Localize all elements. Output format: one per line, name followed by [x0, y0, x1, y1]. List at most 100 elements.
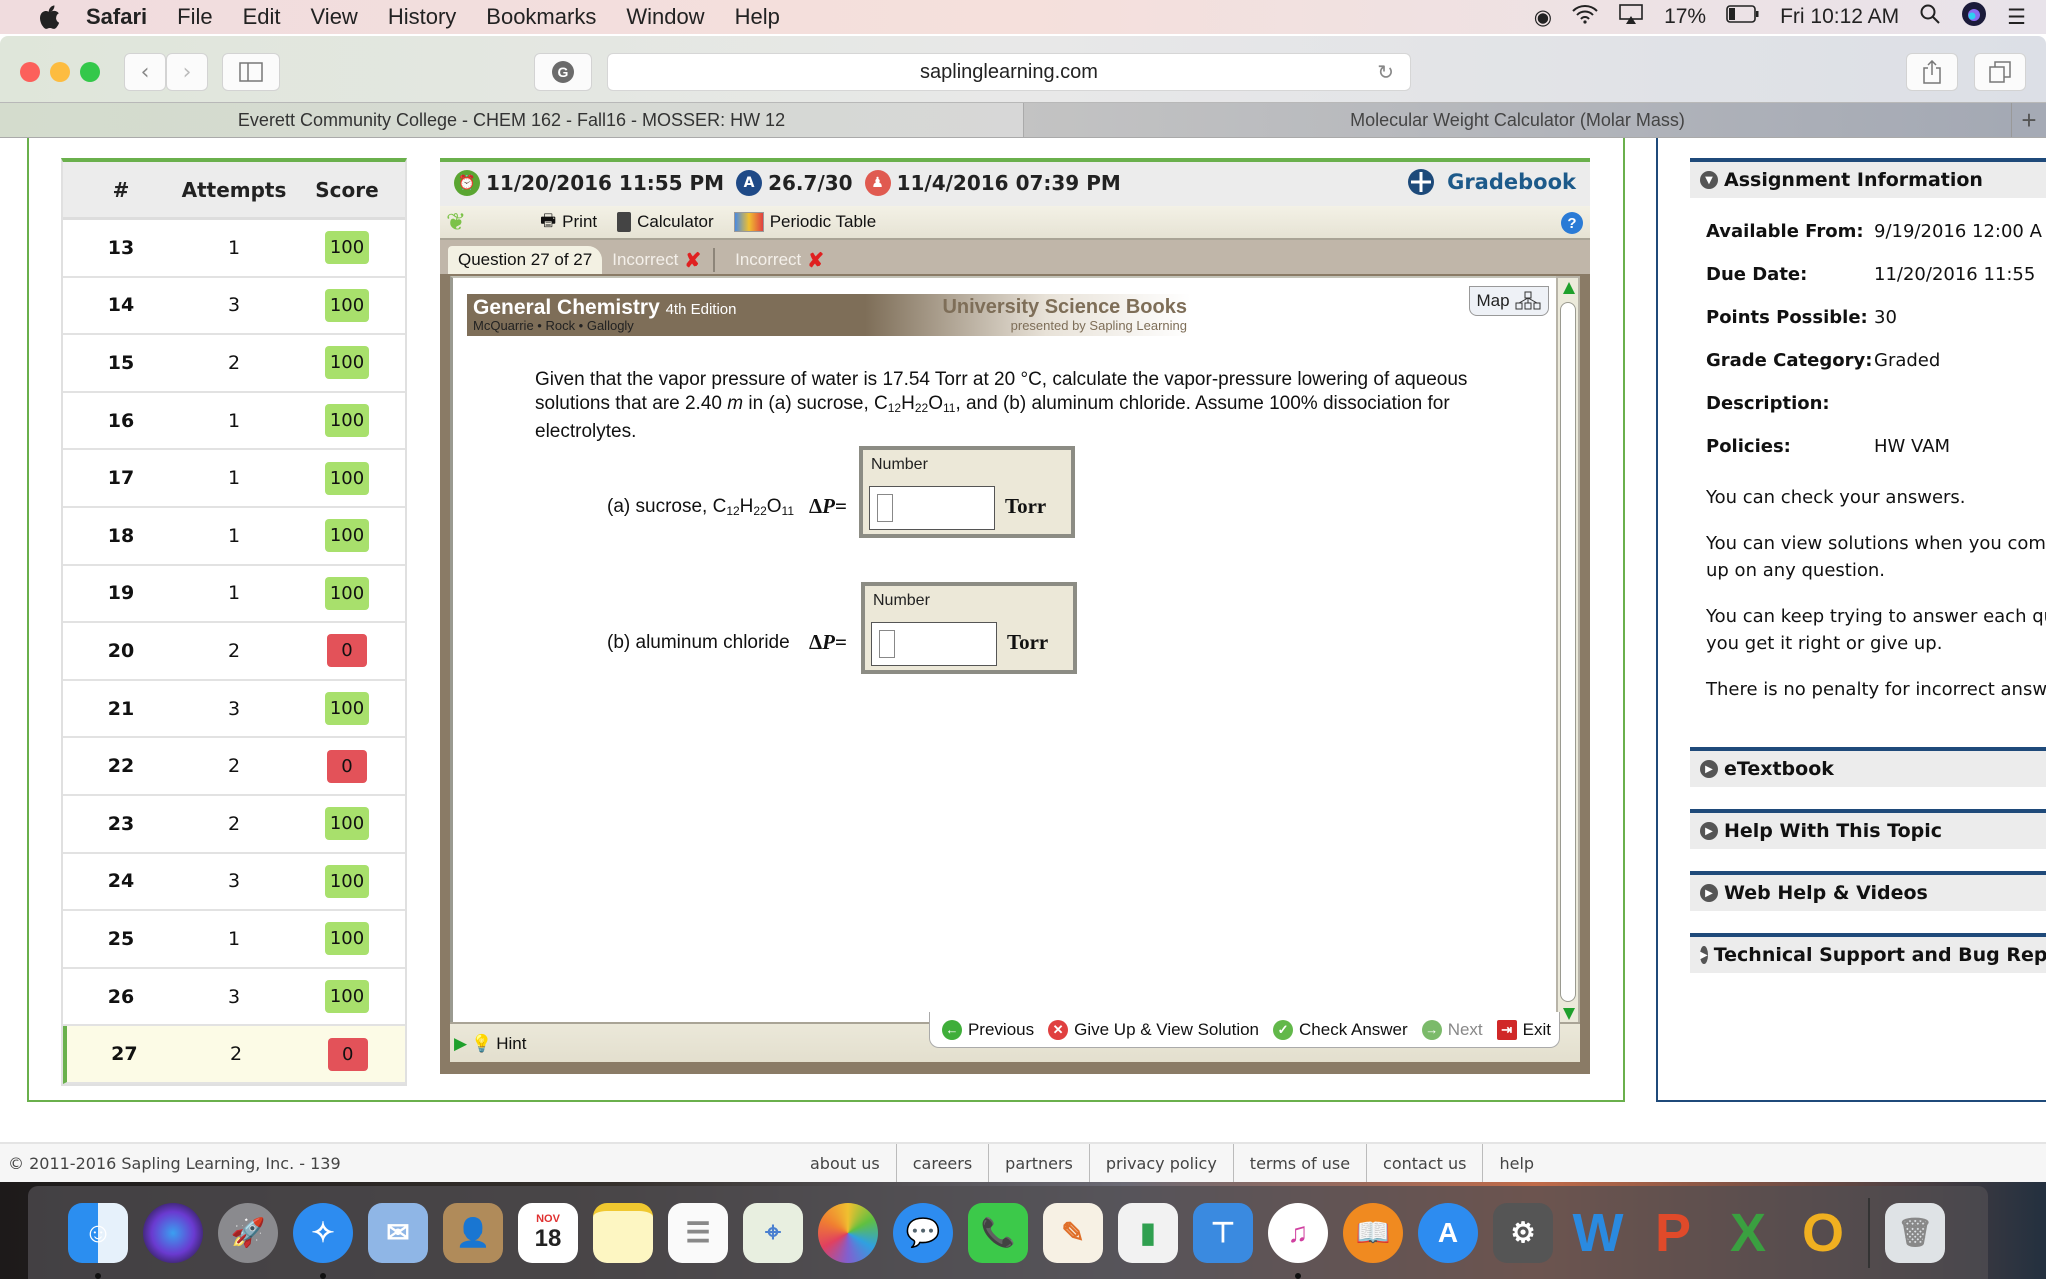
system-preferences-icon[interactable]: ⚙ — [1493, 1202, 1553, 1263]
score-table-row[interactable]: 16 1 100 — [63, 392, 405, 451]
menu-window[interactable]: Window — [626, 4, 704, 30]
score-table-row[interactable]: 24 3 100 — [63, 853, 405, 912]
reload-icon[interactable]: ↻ — [1377, 60, 1394, 85]
microsoft-excel-icon[interactable]: X — [1718, 1203, 1778, 1263]
new-tab-button[interactable]: + — [2012, 103, 2046, 137]
clock[interactable]: Fri 10:12 AM — [1780, 5, 1899, 29]
keynote-icon[interactable]: ⊤ — [1193, 1202, 1253, 1263]
status-menu-icon[interactable]: ◉ — [1534, 5, 1552, 30]
periodic-table-button[interactable]: Periodic Table — [733, 212, 876, 232]
give-up-button[interactable]: ✕ Give Up & View Solution — [1048, 1019, 1259, 1040]
applet-scrollbar[interactable] — [1556, 276, 1580, 1026]
scroll-thumb[interactable] — [1560, 302, 1576, 1002]
footer-link-privacy-policy[interactable]: privacy policy — [1090, 1144, 1234, 1184]
score-table-row[interactable]: 26 3 100 — [63, 968, 405, 1027]
hint-button[interactable]: ▶ 💡 Hint — [454, 1034, 526, 1054]
itunes-icon[interactable]: ♫ — [1268, 1202, 1328, 1279]
safari-icon[interactable]: ✧ — [293, 1202, 353, 1279]
menu-bookmarks[interactable]: Bookmarks — [486, 4, 596, 30]
footer-link-terms-of-use[interactable]: terms of use — [1234, 1144, 1368, 1184]
footer-link-about-us[interactable]: about us — [794, 1144, 897, 1184]
score-table-row[interactable]: 21 3 100 — [63, 680, 405, 739]
photos-icon[interactable] — [818, 1202, 878, 1263]
pages-icon[interactable]: ✎ — [1043, 1202, 1103, 1263]
contacts-icon[interactable]: 👤 — [443, 1202, 503, 1263]
launchpad-icon[interactable]: 🚀 — [218, 1202, 278, 1263]
browser-tab-molar-mass[interactable]: Molecular Weight Calculator (Molar Mass) — [1024, 103, 2012, 137]
app-store-icon[interactable]: A — [1418, 1202, 1478, 1263]
ibooks-icon[interactable]: 📖 — [1343, 1202, 1403, 1263]
score-table-row[interactable]: 15 2 100 — [63, 335, 405, 393]
score-table-row[interactable]: 22 2 0 — [63, 738, 405, 796]
numbers-icon[interactable]: ▮ — [1118, 1202, 1178, 1263]
menu-safari[interactable]: Safari — [86, 4, 147, 30]
notification-center-icon[interactable]: ☰ — [2007, 5, 2026, 30]
sidebar-section-etextbook[interactable]: ▶ eTextbook — [1690, 747, 2046, 787]
menu-file[interactable]: File — [177, 4, 212, 30]
airplay-icon[interactable] — [1618, 3, 1644, 31]
part-a-input[interactable] — [869, 486, 995, 530]
score-table-row[interactable]: 27 2 0 — [63, 1026, 405, 1084]
tab-question[interactable]: Question 27 of 27 — [448, 246, 603, 274]
messages-icon[interactable]: 💬 — [893, 1202, 953, 1263]
trash-icon[interactable]: 🗑 — [1885, 1202, 1945, 1263]
exit-button[interactable]: ⇥ Exit — [1496, 1019, 1551, 1040]
back-button[interactable]: ‹ — [124, 53, 166, 91]
tab-attempt-1[interactable]: Incorrect ✘ — [602, 246, 725, 274]
grammarly-extension-button[interactable]: G — [534, 53, 592, 91]
forward-button[interactable]: › — [166, 53, 208, 91]
facetime-icon[interactable]: 📞 — [968, 1202, 1028, 1263]
siri-icon[interactable] — [143, 1202, 203, 1263]
sidebar-section-help-with-this-topic[interactable]: ▶ Help With This Topic — [1690, 809, 2046, 849]
sidebar-toggle-button[interactable] — [222, 53, 280, 91]
show-tabs-button[interactable] — [1974, 53, 2026, 91]
score-table-row[interactable]: 14 3 100 — [63, 277, 405, 336]
spotlight-search-icon[interactable] — [1919, 3, 1941, 31]
part-b-input[interactable] — [871, 622, 997, 666]
scroll-down-arrow[interactable] — [1563, 1008, 1575, 1020]
sidebar-section-web-help-videos[interactable]: ▶ Web Help & Videos — [1690, 871, 2046, 911]
score-table-row[interactable]: 23 2 100 — [63, 795, 405, 854]
browser-tab-sapling[interactable]: Everett Community College - CHEM 162 - F… — [0, 103, 1024, 137]
apple-menu-icon[interactable] — [34, 4, 64, 30]
check-answer-button[interactable]: ✓ Check Answer — [1273, 1019, 1408, 1040]
menu-help[interactable]: Help — [735, 4, 780, 30]
menu-history[interactable]: History — [388, 4, 456, 30]
share-button[interactable] — [1906, 53, 1958, 91]
previous-button[interactable]: ← Previous — [941, 1019, 1034, 1040]
footer-link-careers[interactable]: careers — [897, 1144, 990, 1184]
finder-icon[interactable]: ☺ — [68, 1202, 128, 1279]
siri-icon[interactable] — [1961, 1, 1987, 33]
gradebook-link[interactable]: Gradebook — [1407, 168, 1576, 196]
footer-link-partners[interactable]: partners — [989, 1144, 1090, 1184]
battery-icon[interactable] — [1726, 5, 1760, 29]
close-window-button[interactable] — [20, 62, 40, 82]
assignment-info-header[interactable]: ▼ Assignment Information — [1690, 158, 2046, 198]
notes-icon[interactable] — [593, 1202, 653, 1263]
microsoft-outlook-icon[interactable]: O — [1793, 1203, 1853, 1263]
score-table-row[interactable]: 19 1 100 — [63, 565, 405, 624]
wifi-icon[interactable] — [1572, 4, 1598, 30]
minimize-window-button[interactable] — [50, 62, 70, 82]
score-table-row[interactable]: 17 1 100 — [63, 450, 405, 508]
maps-icon[interactable]: ⌖ — [743, 1202, 803, 1263]
calendar-icon[interactable]: NOV 18 — [518, 1202, 578, 1263]
menu-view[interactable]: View — [311, 4, 358, 30]
print-button[interactable]: 🖶 Print — [540, 208, 597, 237]
reminders-icon[interactable]: ☰ — [668, 1202, 728, 1263]
score-table-row[interactable]: 18 1 100 — [63, 507, 405, 566]
next-button[interactable]: → Next — [1421, 1019, 1483, 1040]
map-button[interactable]: Map — [1469, 286, 1549, 316]
tab-attempt-2[interactable]: Incorrect ✘ — [725, 246, 834, 274]
score-table-row[interactable]: 13 1 100 — [63, 220, 405, 278]
address-bar[interactable]: saplinglearning.com ↻ — [607, 53, 1411, 91]
mail-icon[interactable]: ✉ — [368, 1202, 428, 1263]
footer-link-help[interactable]: help — [1483, 1144, 1550, 1184]
microsoft-powerpoint-icon[interactable]: P — [1643, 1203, 1703, 1263]
footer-link-contact-us[interactable]: contact us — [1367, 1144, 1484, 1184]
maximize-window-button[interactable] — [80, 62, 100, 82]
menu-edit[interactable]: Edit — [243, 4, 281, 30]
microsoft-word-icon[interactable]: W — [1568, 1203, 1628, 1263]
score-table-row[interactable]: 20 2 0 — [63, 623, 405, 681]
calculator-button[interactable]: Calculator — [617, 212, 714, 232]
